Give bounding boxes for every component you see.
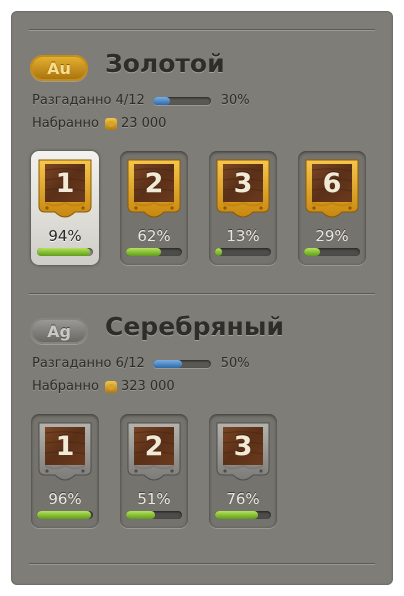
solved-stat: Разгаданно 4/12 30% (32, 93, 250, 108)
level-number: 2 (144, 431, 164, 462)
level-number: 6 (322, 168, 342, 199)
score-value: 23 000 (120, 116, 167, 131)
level-progress-bar (37, 511, 93, 519)
silver-badge: Ag (30, 318, 88, 344)
solved-count: 4/12 (115, 93, 145, 108)
level-progress-bar (215, 511, 271, 519)
solved-progress-fill (152, 359, 182, 368)
level-progress-fill (215, 511, 258, 519)
level-progress-fill (126, 248, 161, 256)
level-card[interactable]: 3 76% (209, 414, 277, 528)
solved-count: 6/12 (115, 356, 145, 371)
level-card[interactable]: 1 94% (31, 151, 99, 265)
level-percent: 94% (48, 227, 82, 245)
level-card[interactable]: 2 62% (120, 151, 188, 265)
solved-stat: Разгаданно 6/12 50% (32, 356, 250, 371)
solved-percent: 30% (220, 93, 250, 108)
level-card[interactable]: 3 13% (209, 151, 277, 265)
level-number: 2 (144, 168, 164, 199)
level-percent: 13% (226, 227, 260, 245)
level-progress-bar (126, 511, 182, 519)
level-number: 3 (233, 168, 253, 199)
score-stat: Набранно 323 000 (32, 379, 175, 394)
score-stat: Набранно 23 000 (32, 116, 166, 131)
level-progress-fill (37, 248, 90, 256)
level-percent: 29% (315, 227, 349, 245)
score-value: 323 000 (120, 379, 175, 394)
level-progress-fill (215, 248, 223, 256)
solved-progress-bar (152, 96, 211, 105)
score-label: Набранно (32, 379, 99, 394)
solved-percent: 50% (220, 356, 250, 371)
divider (29, 29, 375, 31)
levels-panel: Au Золотой Разгаданно 4/12 30% Набранно … (11, 11, 393, 585)
level-percent: 51% (137, 490, 171, 508)
solved-progress-bar (152, 359, 211, 368)
level-progress-fill (37, 511, 91, 519)
level-card[interactable]: 2 51% (120, 414, 188, 528)
section-title: Золотой (105, 49, 225, 78)
level-progress-fill (304, 248, 321, 256)
level-progress-fill (126, 511, 155, 519)
level-progress-bar (215, 248, 271, 256)
solved-label: Разгаданно (32, 93, 112, 108)
solved-progress-fill (152, 96, 171, 105)
level-number: 1 (55, 168, 75, 199)
divider (29, 563, 375, 565)
coin-icon (104, 380, 117, 393)
divider (29, 293, 375, 295)
level-percent: 62% (137, 227, 171, 245)
section-title: Серебряный (105, 312, 284, 341)
score-label: Набранно (32, 116, 99, 131)
level-percent: 76% (226, 490, 260, 508)
coin-icon (104, 117, 117, 130)
level-number: 1 (55, 431, 75, 462)
level-card[interactable]: 1 96% (31, 414, 99, 528)
level-percent: 96% (48, 490, 82, 508)
level-progress-bar (304, 248, 360, 256)
level-number: 3 (233, 431, 253, 462)
level-card[interactable]: 6 29% (298, 151, 366, 265)
level-progress-bar (37, 248, 93, 256)
level-progress-bar (126, 248, 182, 256)
solved-label: Разгаданно (32, 356, 112, 371)
gold-badge: Au (30, 55, 88, 81)
